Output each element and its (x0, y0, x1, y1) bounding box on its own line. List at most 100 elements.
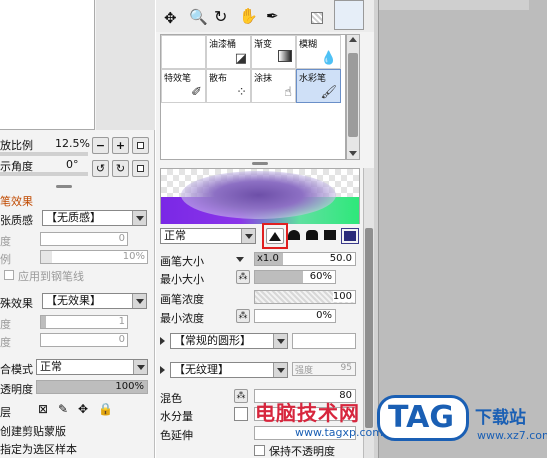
shape-round-button[interactable] (288, 230, 302, 242)
brush-size-label: 画笔大小 (160, 255, 204, 268)
min-density-label: 最小浓度 (160, 312, 204, 325)
tool-panel: ✥ 🔍 ↻ ✋ ✒ 油漆桶 ◪ 渐变 模糊 💧 特效笔 ✐ 散布 ⁘ 涂抹 ☝ 水彩笔 🖌 … (156, 0, 374, 458)
paper-texture-dropdown[interactable]: 【无质感】 (42, 210, 147, 226)
zoom-in-button[interactable]: + (112, 137, 129, 154)
water-label: 水分量 (160, 410, 193, 423)
size-dropdown-arrow[interactable] (236, 257, 244, 262)
zoom-out-button[interactable]: − (92, 137, 109, 154)
shape-extra-field[interactable] (292, 333, 356, 349)
gradient-icon (278, 50, 292, 66)
bucket-icon: ◪ (234, 51, 247, 66)
special-effect-dropdown[interactable]: 【无效果】 (42, 293, 147, 309)
special-strength-label: 度 (0, 318, 11, 331)
tool-watercolor-brush[interactable]: 水彩笔 🖌 (296, 69, 341, 103)
left-panel: 放比例 12.5% − + 示角度 0° ↺ ↻ 笔效果 张质感 【无质感】 度… (0, 0, 155, 458)
watermark-site-url: www.tagxp.com (295, 426, 383, 439)
watermark: 电脑技术网 www.tagxp.com TAG 下载站 www.xz7.com (255, 395, 547, 458)
tool-blur[interactable]: 模糊 💧 (296, 35, 341, 69)
tool-grid: 油漆桶 ◪ 渐变 模糊 💧 特效笔 ✐ 散布 ⁘ 涂抹 ☝ 水彩笔 🖌 (160, 34, 346, 160)
shape-flat-button[interactable] (324, 230, 338, 242)
shape-square-button[interactable] (341, 228, 359, 244)
smudge-icon: ☝ (284, 85, 292, 100)
lock-icon[interactable]: 🔒 (98, 402, 113, 416)
min-density-pressure-toggle[interactable]: ⁂ (236, 309, 250, 323)
brush-blend-dropdown[interactable]: 正常 (160, 228, 256, 244)
opacity-slider[interactable]: 100% (36, 380, 148, 394)
mix-pressure-toggle[interactable]: ⁂ (234, 389, 248, 403)
opacity-label: 透明度 (0, 383, 33, 396)
zoom-value[interactable]: 12.5% (55, 137, 90, 150)
min-density-slider[interactable]: 0% (254, 309, 336, 323)
paper-texture-label: 张质感 (0, 214, 33, 227)
lock-brush-icon[interactable]: ✎ (58, 402, 68, 416)
droplet-icon: 💧 (320, 51, 337, 66)
brush-density-slider[interactable]: 100 (254, 290, 356, 304)
clip-mask-label[interactable]: 创建剪贴蒙版 (0, 423, 66, 439)
blend-mode-dropdown[interactable]: 正常 (36, 359, 148, 375)
canvas-top-strip (379, 0, 529, 10)
min-size-slider[interactable]: 60% (254, 270, 336, 284)
navigator-preview[interactable] (0, 0, 95, 130)
special-strength-slider[interactable]: 1 (40, 315, 128, 329)
texture-expand-arrow[interactable] (160, 366, 165, 374)
brush-shape-dropdown[interactable]: 【常规的圆形】 (170, 333, 288, 349)
tool-grid-scrollbar[interactable] (346, 34, 360, 160)
rotate-left-button[interactable]: ↺ (92, 160, 109, 177)
tool-smudge[interactable]: 涂抹 ☝ (251, 69, 296, 103)
eyedropper-icon[interactable]: ✒ (266, 7, 279, 25)
move-icon[interactable]: ✥ (164, 9, 177, 27)
special-width-label: 度 (0, 336, 11, 349)
zoom-reset-button[interactable] (132, 137, 149, 154)
paper-strength-slider[interactable]: 0 (40, 232, 128, 246)
shape-expand-arrow[interactable] (160, 337, 165, 345)
paper-scale-label: 例 (0, 253, 11, 266)
canvas-edge (374, 0, 379, 458)
apply-pen-label: 应用到钢笔线 (18, 270, 84, 283)
tool-gradient[interactable]: 渐变 (251, 35, 296, 69)
hand-icon[interactable]: ✋ (239, 7, 258, 25)
color-extend-label: 色延伸 (160, 429, 193, 442)
watermark-download-url: www.xz7.com (477, 429, 547, 442)
rotate-reset-button[interactable] (132, 160, 149, 177)
water-toggle[interactable] (234, 407, 248, 421)
shape-sharp-button[interactable] (266, 228, 284, 244)
watermark-download-cn: 下载站 (475, 408, 526, 428)
shape-soft-button[interactable] (306, 230, 320, 242)
min-size-label: 最小大小 (160, 273, 204, 286)
selection-sample-label[interactable]: 指定为选区样本 (0, 441, 77, 457)
transparent-color-icon[interactable] (311, 12, 323, 24)
min-size-pressure-toggle[interactable]: ⁂ (236, 270, 250, 284)
zoom-slider[interactable] (0, 152, 88, 156)
effects-header: 笔效果 (0, 195, 33, 208)
color-swatch[interactable] (334, 0, 364, 30)
special-width-slider[interactable]: 0 (40, 333, 128, 347)
tool-effect-pen[interactable]: 特效笔 ✐ (161, 69, 206, 103)
tool-cell-empty[interactable] (161, 35, 206, 69)
scatter-icon: ⁘ (236, 85, 247, 100)
layer-label: 层 (0, 406, 11, 419)
brush-size-slider[interactable]: x1.0 50.0 (254, 252, 356, 266)
rotate-icon[interactable]: ↻ (214, 7, 227, 26)
tool-bucket[interactable]: 油漆桶 ◪ (206, 35, 251, 69)
paper-scale-slider[interactable]: 10% (40, 250, 148, 264)
rotate-right-button[interactable]: ↻ (112, 160, 129, 177)
blend-mode-label: 合模式 (0, 363, 33, 376)
angle-value[interactable]: 0° (66, 158, 79, 171)
brush-preview (160, 168, 360, 224)
tag-logo: TAG (377, 395, 469, 441)
panel-splitter-center[interactable] (252, 162, 268, 165)
texture-strength-slider[interactable]: 强度 95 (292, 362, 356, 376)
watercolor-brush-icon: 🖌 (320, 85, 337, 100)
zoom-icon[interactable]: 🔍 (189, 8, 208, 26)
zoom-label: 放比例 (0, 139, 33, 152)
brush-density-label: 画笔浓度 (160, 293, 204, 306)
special-effect-label: 殊效果 (0, 297, 33, 310)
brush-texture-dropdown[interactable]: 【无纹理】 (170, 362, 288, 378)
navigator-scrollbar[interactable] (96, 0, 155, 130)
lock-move-icon[interactable]: ✥ (78, 402, 88, 416)
apply-pen-checkbox[interactable] (4, 270, 14, 280)
panel-splitter[interactable] (56, 185, 72, 188)
tool-scatter[interactable]: 散布 ⁘ (206, 69, 251, 103)
lock-pixel-icon[interactable]: ⊠ (38, 402, 48, 416)
angle-slider[interactable] (0, 172, 88, 176)
